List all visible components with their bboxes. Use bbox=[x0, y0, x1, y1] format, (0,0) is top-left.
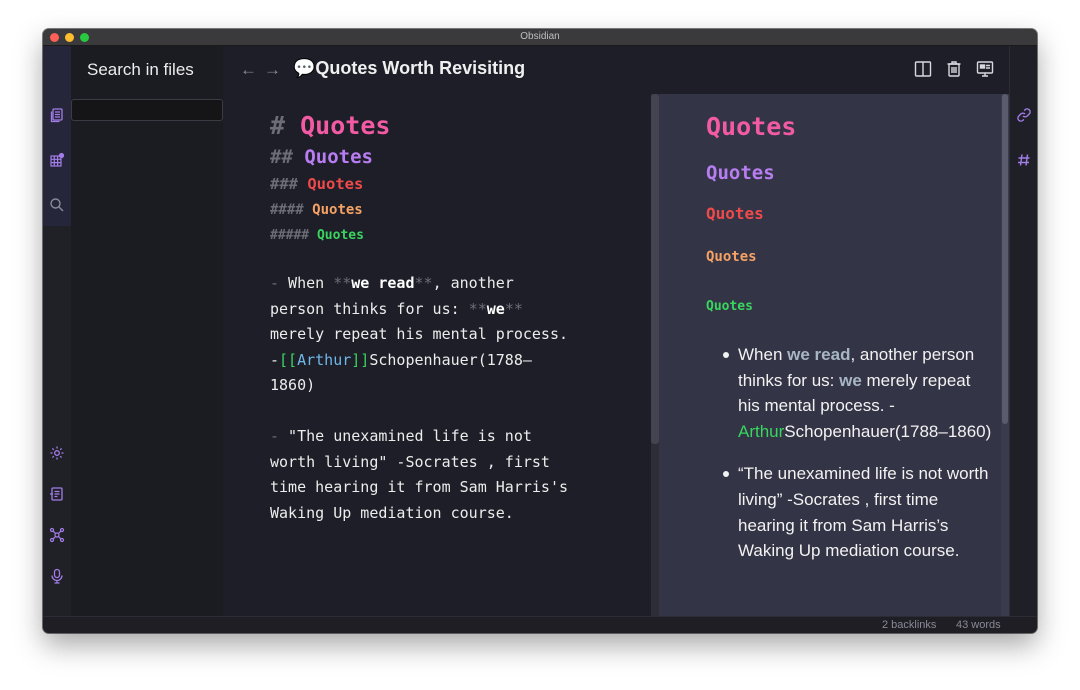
preview-internal-link[interactable]: Arthur bbox=[738, 422, 784, 441]
editor-heading-5: ##### Quotes bbox=[270, 228, 364, 243]
preview-heading-3: Quotes bbox=[706, 204, 764, 223]
editor-quote-1: - When **we read**, another person think… bbox=[270, 274, 569, 395]
window-title: Obsidian bbox=[520, 31, 560, 42]
list-item: When we read, another person thinks for … bbox=[706, 342, 996, 444]
preview-pane: Quotes Quotes Quotes Quotes Quotes When … bbox=[659, 94, 1009, 616]
settings-icon[interactable] bbox=[48, 444, 66, 462]
right-ribbon bbox=[1009, 46, 1037, 616]
title-bar: Obsidian bbox=[43, 29, 1037, 46]
audio-recorder-icon[interactable] bbox=[48, 567, 66, 585]
presentation-icon[interactable] bbox=[975, 59, 995, 79]
graph-view-icon[interactable] bbox=[48, 526, 66, 544]
editor-heading-4: #### Quotes bbox=[270, 202, 363, 218]
search-input[interactable] bbox=[71, 99, 223, 121]
status-bar: 2 backlinks 43 words bbox=[43, 616, 1037, 633]
list-item: “The unexamined life is not worth living… bbox=[706, 461, 996, 563]
split-pane-icon[interactable] bbox=[913, 59, 933, 79]
search-sidebar: Search in files bbox=[71, 46, 223, 616]
file-explorer-icon[interactable] bbox=[48, 106, 66, 124]
preview-heading-5: Quotes bbox=[706, 299, 753, 314]
preview-heading-4: Quotes bbox=[706, 249, 757, 265]
preview-heading-1: Quotes bbox=[706, 112, 797, 141]
open-vault-icon[interactable] bbox=[48, 485, 66, 503]
preview-scrollbar[interactable] bbox=[1001, 94, 1009, 616]
starred-grid-icon[interactable] bbox=[48, 151, 66, 169]
editor-heading-2: ## Quotes bbox=[270, 146, 373, 168]
sidebar-heading: Search in files bbox=[87, 60, 194, 79]
editor-heading-1: # Quotes bbox=[270, 111, 391, 140]
preview-heading-2: Quotes bbox=[706, 162, 775, 184]
note-title-text: Quotes Worth Revisiting bbox=[315, 58, 526, 78]
app-window: Obsidian Search in files ← → 💬Quotes Wor… bbox=[43, 29, 1037, 633]
word-count: 43 words bbox=[956, 619, 1001, 631]
back-button[interactable]: ← bbox=[240, 60, 257, 80]
forward-button[interactable]: → bbox=[264, 60, 281, 80]
editor-quote-2: - "The unexamined life is not worth livi… bbox=[270, 426, 569, 522]
backlinks-link-icon[interactable] bbox=[1015, 106, 1033, 124]
markdown-editor[interactable]: # Quotes ## Quotes ### Quotes #### Quote… bbox=[270, 110, 570, 526]
speech-bubble-icon: 💬 bbox=[293, 58, 316, 78]
trash-icon[interactable] bbox=[944, 59, 964, 79]
left-ribbon bbox=[43, 46, 71, 616]
editor-internal-link[interactable]: Arthur bbox=[297, 351, 351, 369]
preview-list: When we read, another person thinks for … bbox=[706, 342, 996, 564]
backlinks-count[interactable]: 2 backlinks bbox=[882, 619, 936, 631]
editor-heading-3: ### Quotes bbox=[270, 175, 364, 193]
editor-scrollbar[interactable] bbox=[651, 94, 659, 616]
tags-hash-icon[interactable] bbox=[1015, 151, 1033, 169]
main-pane: ← → 💬Quotes Worth Revisiting # Quotes ##… bbox=[223, 46, 1009, 616]
note-title[interactable]: 💬Quotes Worth Revisiting bbox=[293, 58, 525, 79]
search-icon[interactable] bbox=[48, 196, 66, 214]
